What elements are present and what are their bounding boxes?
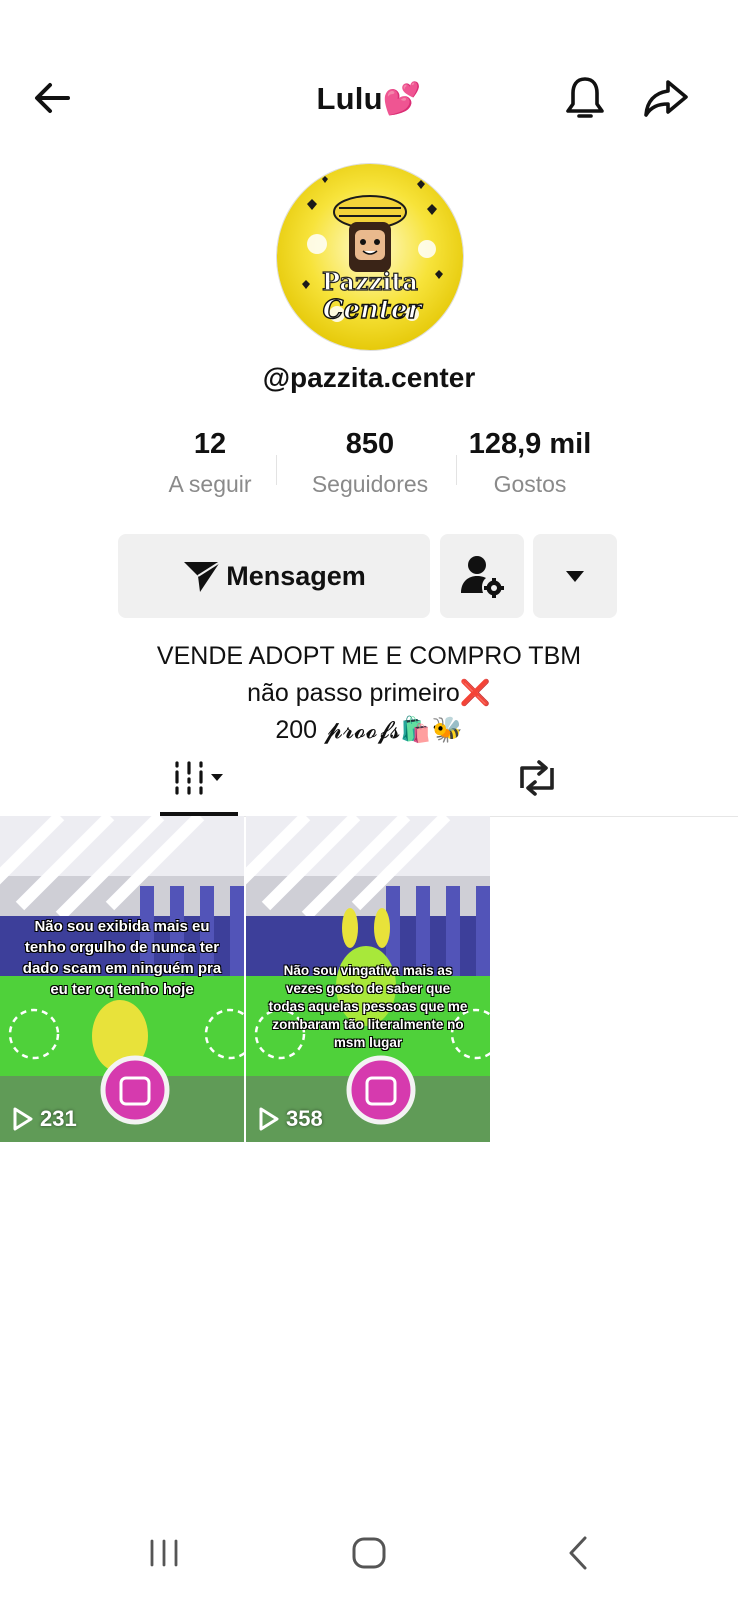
followers-label: Seguidores	[311, 471, 429, 497]
followers-stat[interactable]: 850 Seguidores	[290, 428, 450, 508]
tab-reposts[interactable]	[498, 740, 576, 816]
bio-line: VENDE ADOPT ME E COMPRO TBM	[156, 642, 582, 670]
recent-apps-button[interactable]	[134, 1528, 194, 1578]
recent-apps-icon	[150, 1539, 178, 1567]
share-arrow-icon	[644, 80, 688, 117]
likes-label: Gostos	[493, 471, 567, 497]
avatar-text-2: Center	[323, 295, 424, 325]
following-count: 12	[193, 428, 227, 460]
tab-videos[interactable]	[160, 740, 238, 816]
likes-count: 128,9 mil	[468, 428, 592, 460]
following-stat[interactable]: 12 A seguir	[130, 428, 290, 508]
following-label: A seguir	[168, 471, 252, 497]
profile-avatar[interactable]: Pazzita Center	[276, 163, 464, 351]
profile-handle: @pazzita.center	[262, 362, 476, 393]
profile-bio: VENDE ADOPT ME E COMPRO TBM não passo pr…	[0, 638, 738, 749]
system-nav-bar	[0, 1510, 738, 1600]
grid-bars-icon	[175, 761, 223, 795]
video-caption: Não sou vingativa mais as vezes gosto de…	[268, 963, 468, 1050]
profile-tabs	[0, 740, 738, 817]
bio-line: não passo primeiro❌	[247, 679, 491, 707]
stat-divider	[276, 455, 277, 485]
video-caption: Não sou exibida mais eu tenho orgulho de…	[22, 918, 222, 998]
home-button[interactable]	[339, 1528, 399, 1578]
view-count: 358	[258, 1106, 323, 1132]
view-count-value: 358	[286, 1106, 323, 1131]
chevron-left-icon	[569, 1536, 587, 1570]
notifications-button[interactable]	[555, 68, 615, 128]
home-icon	[352, 1537, 386, 1569]
send-icon	[184, 561, 221, 592]
likes-stat[interactable]: 128,9 mil Gostos	[450, 428, 610, 508]
message-button[interactable]: Mensagem	[118, 534, 430, 618]
caret-down-icon	[566, 571, 584, 582]
video-thumbnail[interactable]: Não sou vingativa mais as vezes gosto de…	[246, 816, 490, 1142]
avatar-text-1: Pazzita	[322, 267, 418, 296]
more-options-button[interactable]	[533, 534, 617, 618]
avatar-image: Pazzita Center	[277, 164, 463, 350]
follow-settings-button[interactable]	[440, 534, 524, 618]
repost-icon	[520, 760, 554, 796]
followers-count: 850	[345, 428, 395, 460]
user-settings-icon	[461, 556, 504, 598]
view-count-value: 231	[40, 1106, 77, 1131]
share-button[interactable]	[636, 68, 696, 128]
system-back-button[interactable]	[548, 1528, 608, 1578]
view-count: 231	[12, 1106, 77, 1132]
play-icon	[259, 1107, 279, 1131]
bell-icon	[566, 77, 604, 118]
play-icon	[13, 1107, 33, 1131]
top-bar: Lulu💕	[0, 60, 738, 140]
profile-stats: 12 A seguir 850 Seguidores 128,9 mil Gos…	[130, 428, 610, 508]
profile-display-name: Lulu💕	[316, 81, 422, 116]
message-button-label: Mensagem	[226, 560, 366, 591]
stat-divider	[456, 455, 457, 485]
video-thumbnail[interactable]: Não sou exibida mais eu tenho orgulho de…	[0, 816, 244, 1142]
